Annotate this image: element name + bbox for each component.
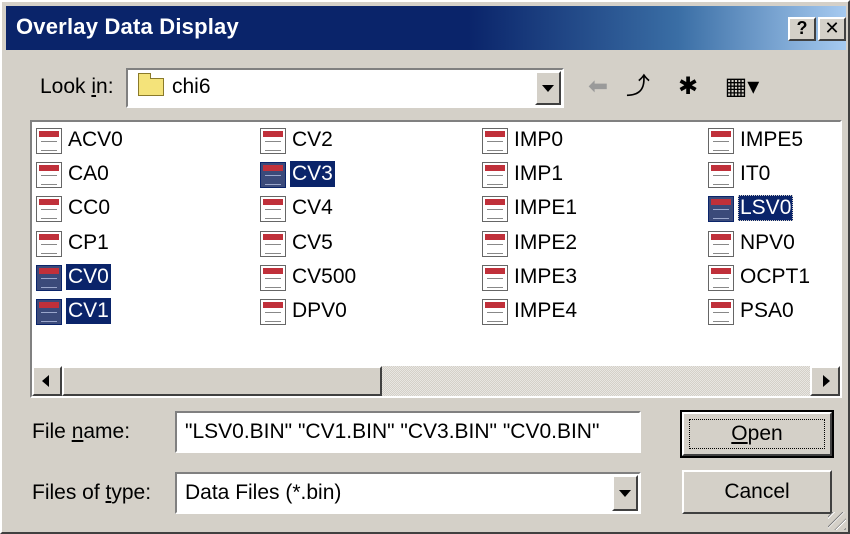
- document-file-icon: [482, 128, 508, 154]
- resize-grip-icon[interactable]: [828, 512, 846, 530]
- cancel-button[interactable]: Cancel: [682, 470, 832, 514]
- files-of-type-dropdown[interactable]: Data Files (*.bin): [175, 472, 641, 514]
- document-file-icon: [36, 162, 62, 189]
- document-file-icon: [708, 162, 734, 189]
- file-name: OCPT1: [740, 264, 811, 288]
- file-name: CV4: [292, 196, 333, 220]
- files-of-type-value: Data Files (*.bin): [185, 481, 342, 504]
- document-file-icon: [36, 196, 62, 223]
- scroll-left-icon[interactable]: [32, 366, 62, 396]
- files-of-type-label: Files of type:: [32, 481, 152, 504]
- file-name: LSV0: [738, 195, 794, 222]
- file-name: IMPE1: [514, 196, 578, 220]
- document-file-icon: [260, 128, 286, 154]
- overlay-data-display-dialog: Overlay Data Display ? ✕ Look in: chi6 ⬅…: [0, 0, 850, 534]
- help-button[interactable]: ?: [788, 17, 816, 41]
- close-icon: ✕: [824, 18, 840, 38]
- file-list[interactable]: ACV0 CA0 CC0 CP1 CV0 CV1 CV2 CV3 CV4 CV5 CV500 DPV0…: [30, 120, 842, 398]
- file-name-label: File name:: [32, 420, 131, 443]
- document-file-icon: [260, 162, 286, 189]
- open-button[interactable]: Open: [680, 410, 834, 458]
- document-file-icon: [482, 264, 508, 291]
- file-name: DPV0: [292, 298, 347, 322]
- document-file-icon: [260, 298, 286, 325]
- document-file-icon: [708, 298, 734, 325]
- document-file-icon: [260, 264, 286, 291]
- document-file-icon: [36, 128, 62, 154]
- file-name: CV3: [290, 161, 335, 188]
- file-name: PSA0: [740, 298, 794, 322]
- document-file-icon: [708, 196, 734, 223]
- look-in-label: Look in:: [40, 75, 114, 98]
- folder-icon: [138, 73, 164, 96]
- file-name: IMP0: [514, 128, 564, 151]
- file-name: CC0: [68, 196, 111, 220]
- horizontal-scrollbar[interactable]: [32, 366, 840, 396]
- file-name: IMPE4: [514, 298, 578, 322]
- focus-ring: [689, 419, 825, 449]
- file-name: CV1: [66, 297, 111, 324]
- document-file-icon: [708, 264, 734, 291]
- document-file-icon: [36, 298, 62, 325]
- file-name: CA0: [68, 162, 109, 186]
- scrollbar-thumb[interactable]: [62, 366, 382, 396]
- document-file-icon: [260, 230, 286, 257]
- document-file-icon: [708, 128, 734, 154]
- file-name: IMPE3: [514, 264, 578, 288]
- file-name: CV2: [292, 128, 333, 151]
- view-menu-icon[interactable]: ▦▾: [718, 72, 766, 102]
- up-one-level-icon[interactable]: ⤴: [622, 72, 654, 102]
- look-in-value: chi6: [172, 75, 211, 98]
- document-file-icon: [260, 196, 286, 223]
- file-name: CV500: [292, 264, 357, 288]
- document-file-icon: [36, 230, 62, 257]
- document-file-icon: [708, 230, 734, 257]
- file-name-input[interactable]: "LSV0.BIN" "CV1.BIN" "CV3.BIN" "CV0.BIN": [175, 411, 641, 453]
- scroll-right-icon[interactable]: [810, 366, 840, 396]
- look-in-dropdown[interactable]: chi6: [126, 68, 564, 108]
- chevron-down-icon[interactable]: [612, 475, 638, 511]
- file-name: CP1: [68, 230, 109, 254]
- file-name: ACV0: [68, 128, 123, 151]
- title-bar[interactable]: Overlay Data Display ? ✕: [6, 6, 846, 50]
- file-name: CV0: [66, 263, 111, 290]
- file-name: IT0: [740, 162, 771, 186]
- file-name: NPV0: [740, 230, 795, 254]
- document-file-icon: [36, 264, 62, 291]
- window-title: Overlay Data Display: [16, 14, 239, 39]
- new-folder-icon[interactable]: ✱: [672, 72, 704, 102]
- document-file-icon: [482, 298, 508, 325]
- file-name: IMPE5: [740, 128, 804, 151]
- document-file-icon: [482, 162, 508, 189]
- document-file-icon: [482, 230, 508, 257]
- file-name: CV5: [292, 230, 333, 254]
- close-button[interactable]: ✕: [818, 17, 846, 41]
- back-arrow-icon[interactable]: ⬅: [582, 72, 614, 102]
- file-name: IMP1: [514, 162, 564, 186]
- document-file-icon: [482, 196, 508, 223]
- file-name: IMPE2: [514, 230, 578, 254]
- chevron-down-icon[interactable]: [535, 71, 561, 105]
